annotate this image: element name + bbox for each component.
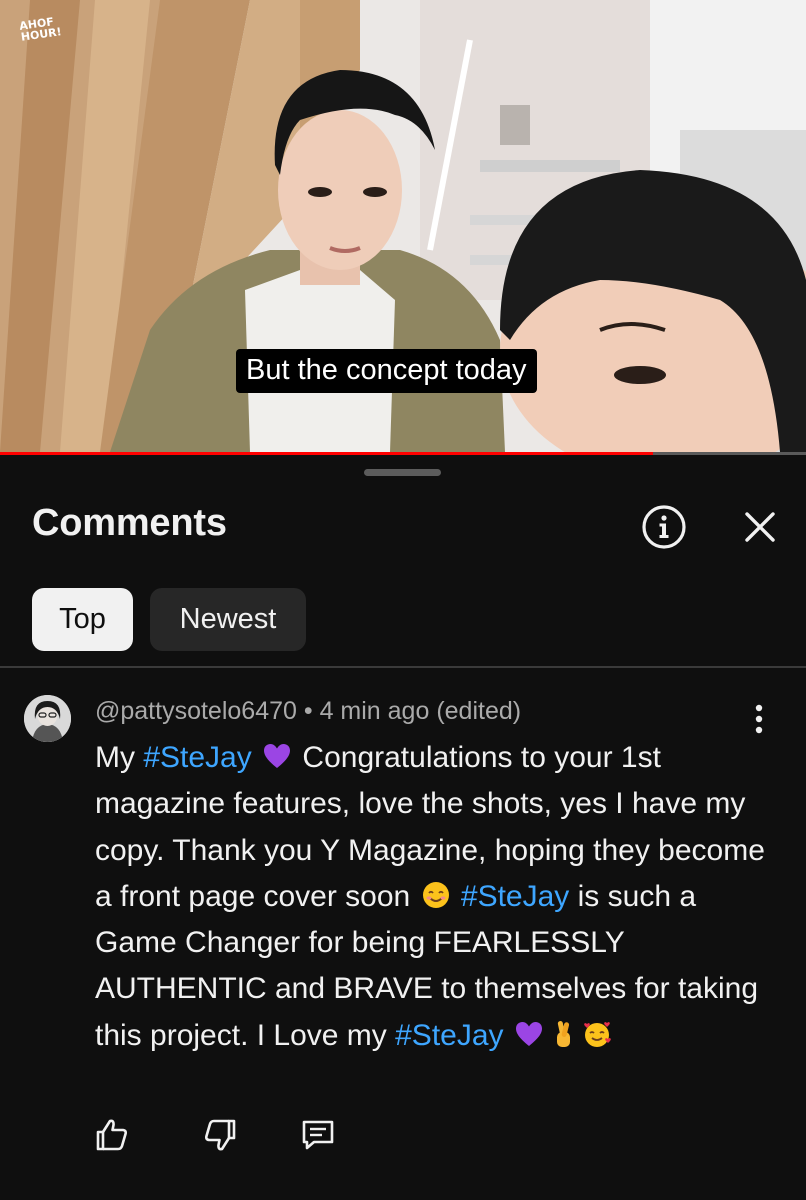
smiling-face-with-hearts-emoji — [582, 1019, 612, 1049]
reply-icon — [302, 1120, 334, 1150]
reply-button[interactable] — [298, 1115, 338, 1155]
channel-logo: AHOF HOUR! — [19, 15, 63, 44]
divider — [0, 666, 806, 668]
chip-newest[interactable]: Newest — [150, 588, 306, 651]
video-player[interactable]: AHOF HOUR! But the concept today — [0, 0, 806, 452]
comment-meta: @pattysotelo6470 • 4 min ago (edited) — [95, 697, 521, 726]
avatar[interactable] — [24, 695, 71, 742]
more-options-button[interactable] — [744, 699, 774, 739]
purple-heart-emoji — [262, 741, 292, 771]
smiling-face-emoji — [421, 880, 451, 910]
crossed-fingers-emoji — [548, 1019, 578, 1049]
video-caption: But the concept today — [236, 349, 537, 393]
hashtag-link[interactable]: #SteJay — [143, 741, 251, 774]
hashtag-link[interactable]: #SteJay — [461, 880, 569, 913]
avatar-image — [24, 695, 71, 742]
panel-title: Comments — [32, 502, 227, 544]
chip-top[interactable]: Top — [32, 588, 133, 651]
dislike-icon — [204, 1119, 236, 1151]
like-icon — [96, 1119, 128, 1151]
comment-text-part: My — [95, 741, 144, 774]
hashtag-link[interactable]: #SteJay — [395, 1019, 503, 1052]
comment-author[interactable]: @pattysotelo6470 — [95, 697, 297, 725]
comments-panel: Comments Top Newest @pattysotelo6470 • 4… — [0, 455, 806, 1200]
sort-chips: Top Newest — [32, 588, 306, 651]
info-button[interactable] — [640, 503, 688, 551]
dislike-button[interactable] — [200, 1115, 240, 1155]
comment-text: My #SteJay Congratulations to your 1st m… — [95, 735, 775, 1059]
comment-time: 4 min ago — [319, 697, 430, 725]
comment-edited: (edited) — [436, 697, 522, 725]
close-button[interactable] — [736, 503, 784, 551]
purple-heart-emoji — [514, 1019, 544, 1049]
more-vert-icon — [755, 704, 763, 734]
close-icon — [745, 512, 775, 542]
like-button[interactable] — [92, 1115, 132, 1155]
meta-separator: • — [296, 697, 320, 725]
info-icon — [642, 505, 686, 549]
drag-handle[interactable] — [364, 469, 441, 476]
comment-actions — [0, 1115, 806, 1175]
